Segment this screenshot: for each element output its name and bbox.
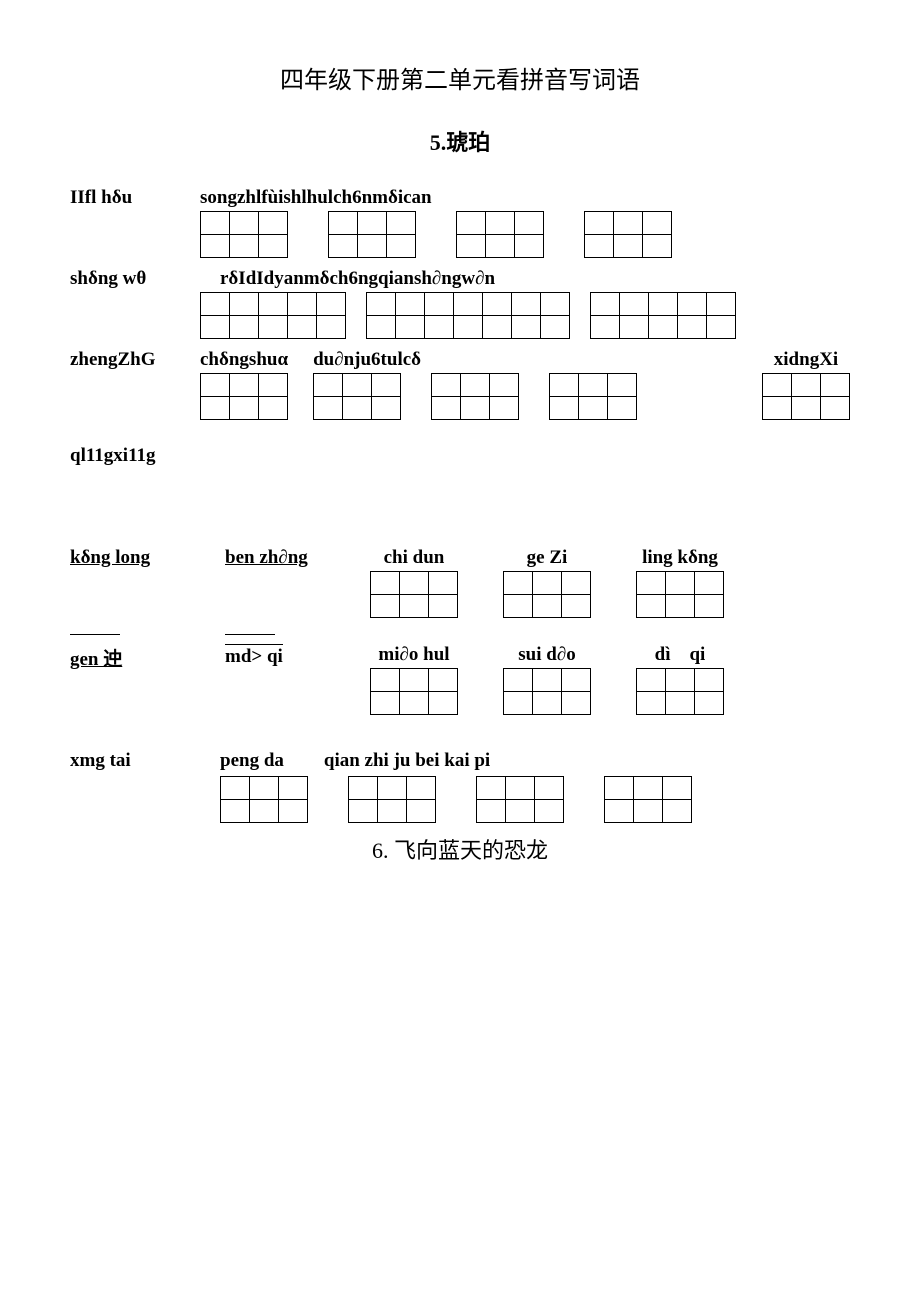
section-6-title: 6. 飞向蓝天的恐龙 [70, 833, 850, 865]
char-grid [636, 668, 724, 715]
s2-row2: gen 迚 md> qi mi∂o hul sui d∂o dì qi [70, 644, 850, 715]
s2-row1: kδng long ben zh∂ng chi dun ge Zi ling k… [70, 547, 850, 618]
char-grid [200, 292, 346, 339]
pinyin-label: chi dun [384, 547, 445, 569]
char-grid [348, 776, 436, 823]
char-grid [328, 211, 416, 258]
pinyin-label: ge Zi [527, 547, 568, 569]
pinyin-label: chδngshuα [200, 349, 288, 371]
char-grid [636, 571, 724, 618]
s1-row3: zhengZhG chδngshuα du∂nju6tulcδ xidngXi [70, 349, 850, 420]
char-grid [584, 211, 672, 258]
pinyin-label: peng da [220, 750, 284, 772]
pinyin-label: songzhlfùishlhulch6nmδican [200, 187, 850, 209]
pinyin-label: ling kδng [642, 547, 718, 569]
s1-row4: ql11gxi11g [70, 445, 850, 467]
pinyin-label: du∂nju6tulcδ [313, 349, 637, 371]
row-label: gen 迚 [70, 644, 180, 671]
char-grid [313, 373, 401, 420]
pinyin-label: dì qi [655, 644, 706, 666]
s1-row2: shδng wθ rδIdIdyanmδch6ngqiansh∂ngw∂n [70, 268, 850, 339]
page-title: 四年级下册第二单元看拼音写词语 [70, 60, 850, 95]
pinyin-label: xidngXi [774, 349, 838, 371]
pinyin-label: mi∂o hul [378, 644, 449, 666]
row-label: kδng long [70, 547, 180, 569]
row-label: xmg tai [70, 750, 180, 772]
char-grid [366, 292, 570, 339]
pinyin-label: md> qi [225, 644, 283, 668]
char-grid [503, 668, 591, 715]
char-grid [549, 373, 637, 420]
char-grid [604, 776, 692, 823]
section-5-title: 5.琥珀 [70, 125, 850, 157]
char-grid [370, 571, 458, 618]
row-label: zhengZhG [70, 349, 190, 371]
char-grid [200, 211, 288, 258]
char-grid [762, 373, 850, 420]
char-grid [476, 776, 564, 823]
row-label: shδng wθ [70, 268, 190, 290]
char-grid [431, 373, 519, 420]
char-grid [503, 571, 591, 618]
row-label: IIfl hδu [70, 187, 190, 209]
pinyin-label: qian zhi ju bei kai pi [324, 750, 490, 772]
char-grid [220, 776, 308, 823]
pinyin-label: rδIdIdyanmδch6ngqiansh∂ngw∂n [220, 268, 850, 290]
row-label: ql11gxi11g [70, 445, 190, 467]
pinyin-label: ben zh∂ng [225, 547, 325, 569]
char-grid [456, 211, 544, 258]
s1-row1: IIfl hδu songzhlfùishlhulch6nmδican [70, 187, 850, 258]
char-grid [200, 373, 288, 420]
char-grid [370, 668, 458, 715]
pinyin-label: sui d∂o [518, 644, 575, 666]
char-grid [590, 292, 736, 339]
s2-row3: xmg tai peng da qian zhi ju bei kai pi [70, 750, 850, 823]
